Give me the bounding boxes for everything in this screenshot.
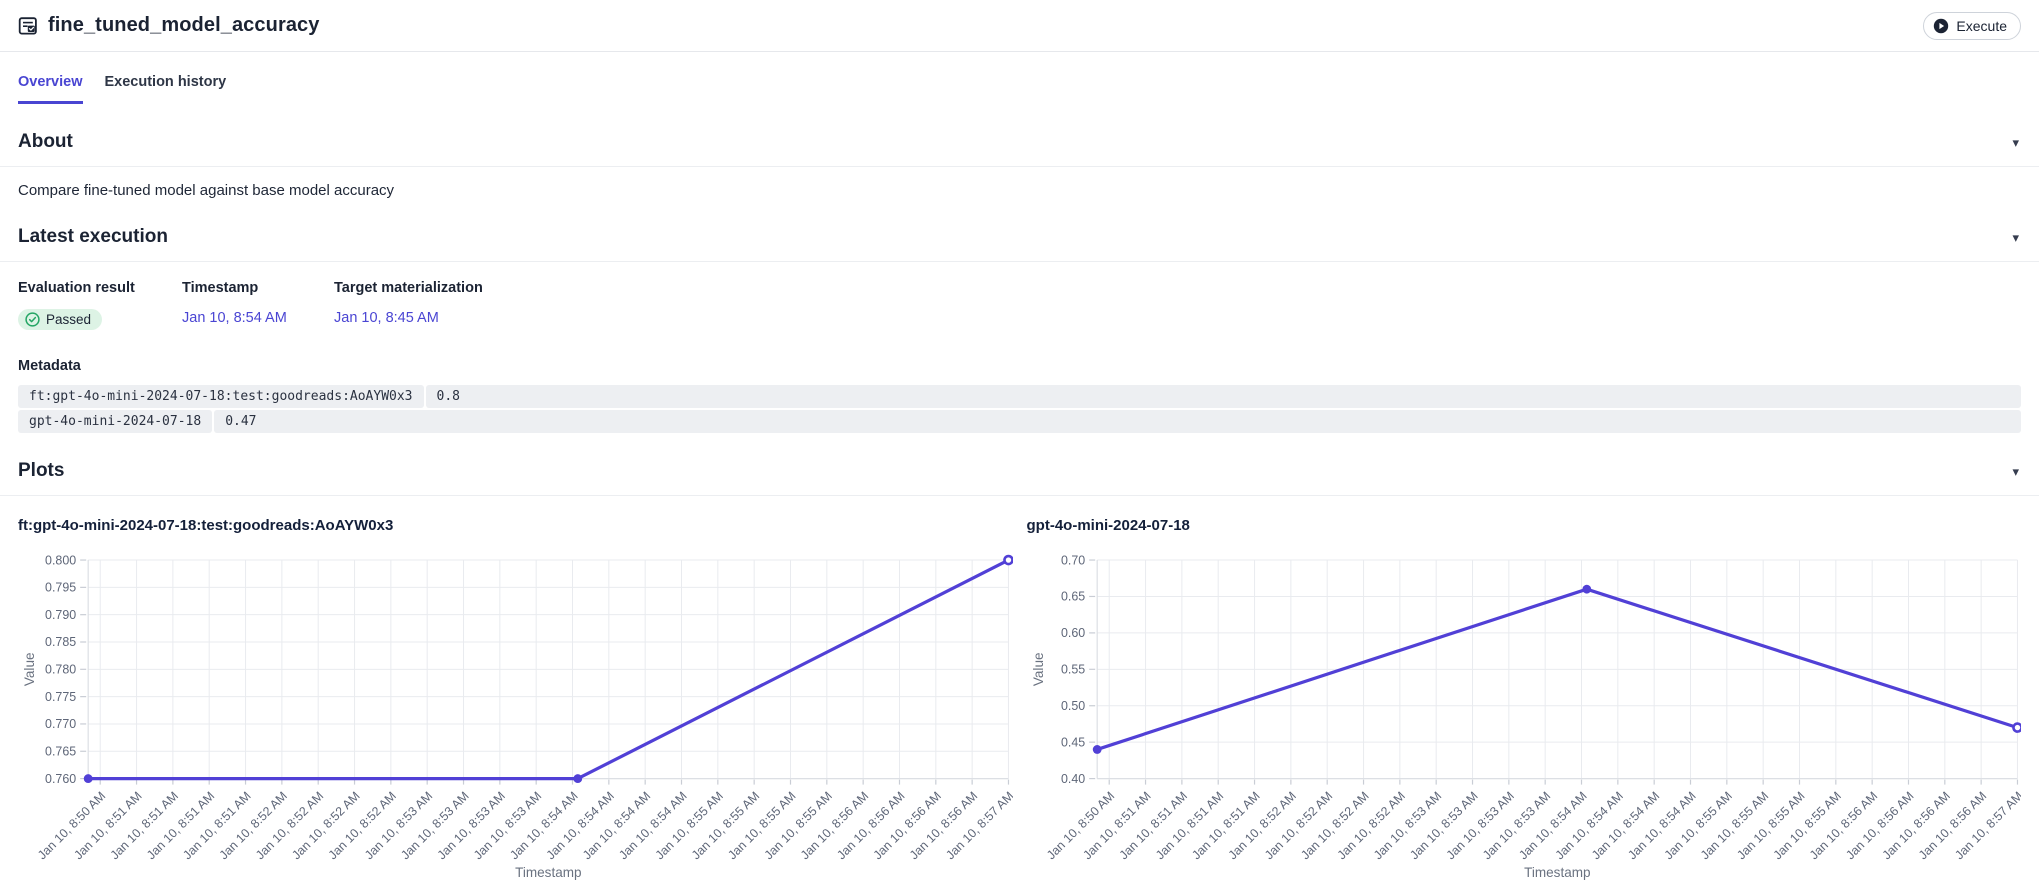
chart-card-base: gpt-4o-mini-2024-07-18 0.40 0.45 0.50 0.55 0… [1027, 498, 2022, 888]
metadata-row: ft:gpt-4o-mini-2024-07-18:test:goodreads… [18, 385, 2021, 408]
chart-title: ft:gpt-4o-mini-2024-07-18:test:goodreads… [18, 517, 1013, 534]
metadata-value: 0.8 [426, 385, 2021, 408]
charts-row: ft:gpt-4o-mini-2024-07-18:test:goodreads… [0, 498, 2039, 888]
page-title: fine_tuned_model_accuracy [48, 14, 320, 37]
target-materialization-column: Target materialization Jan 10, 8:45 AM [334, 280, 2021, 330]
y-tick-label: 0.45 [1060, 735, 1084, 749]
check-circle-icon [25, 312, 40, 327]
y-tick-label: 0.795 [45, 581, 76, 595]
y-tick-label: 0.800 [45, 553, 76, 567]
timestamp-column: Timestamp Jan 10, 8:54 AM [182, 280, 334, 330]
latest-execution-section: Latest execution ▾ Evaluation result Pas… [0, 226, 2039, 433]
latest-execution-collapse-icon[interactable]: ▾ [2010, 229, 2021, 246]
target-materialization-label: Target materialization [334, 280, 2021, 296]
timestamp-label: Timestamp [182, 280, 334, 296]
title-wrap: fine_tuned_model_accuracy [18, 14, 320, 37]
metadata-value: 0.47 [214, 410, 2021, 433]
chart-title: gpt-4o-mini-2024-07-18 [1027, 517, 2022, 534]
y-tick-label: 0.790 [45, 608, 76, 622]
x-axis-title: Timestamp [515, 865, 581, 880]
plots-collapse-icon[interactable]: ▾ [2010, 463, 2021, 480]
y-tick-label: 0.780 [45, 663, 76, 677]
chart-card-finetuned: ft:gpt-4o-mini-2024-07-18:test:goodreads… [18, 498, 1013, 888]
y-axis-title: Value [1031, 653, 1046, 687]
latest-execution-columns: Evaluation result Passed Timestamp [0, 280, 2039, 330]
tab-overview[interactable]: Overview [18, 74, 83, 104]
x-axis-title: Timestamp [1524, 865, 1590, 880]
execute-label: Execute [1956, 18, 2007, 34]
status-badge: Passed [18, 309, 102, 330]
evaluation-result-label: Evaluation result [18, 280, 182, 296]
y-tick-label: 0.760 [45, 772, 76, 786]
y-tick-label: 0.785 [45, 635, 76, 649]
latest-execution-heading: Latest execution [18, 226, 168, 248]
about-section: About ▾ Compare fine-tuned model against… [0, 131, 2039, 199]
target-materialization-link[interactable]: Jan 10, 8:45 AM [334, 310, 439, 326]
about-heading: About [18, 131, 73, 153]
tab-bar: Overview Execution history [0, 74, 2039, 104]
y-tick-label: 0.770 [45, 717, 76, 731]
play-circle-icon [1933, 18, 1949, 34]
checklist-icon [18, 16, 38, 36]
y-tick-label: 0.40 [1060, 772, 1084, 786]
line-chart-finetuned[interactable]: 0.760 0.765 0.770 0.775 0.780 0.785 0.790 0.795… [18, 542, 1013, 888]
y-tick-label: 0.50 [1060, 699, 1084, 713]
about-section-header: About ▾ [0, 131, 2039, 153]
line-chart-base[interactable]: 0.400.450.500.550.600.650.70Jan 10, 8:50… [1027, 542, 2022, 888]
page: fine_tuned_model_accuracy Execute Overvi… [0, 0, 2039, 888]
metadata-heading: Metadata [0, 358, 2039, 374]
y-tick-label: 0.65 [1060, 590, 1084, 604]
y-tick-label: 0.775 [45, 690, 76, 704]
divider [0, 495, 2039, 496]
tab-execution-history[interactable]: Execution history [105, 74, 227, 104]
divider [0, 261, 2039, 262]
y-tick-label: 0.55 [1060, 663, 1084, 677]
y-tick-label: 0.765 [45, 744, 76, 758]
y-tick-label: 0.60 [1060, 626, 1084, 640]
y-axis-title: Value [22, 653, 37, 687]
y-tick-label: 0.70 [1060, 553, 1084, 567]
metadata-key: ft:gpt-4o-mini-2024-07-18:test:goodreads… [18, 385, 424, 408]
status-badge-label: Passed [46, 312, 91, 327]
metadata-row: gpt-4o-mini-2024-07-18 0.47 [18, 410, 2021, 433]
header: fine_tuned_model_accuracy Execute [0, 0, 2039, 52]
metadata-key: gpt-4o-mini-2024-07-18 [18, 410, 212, 433]
latest-execution-section-header: Latest execution ▾ [0, 226, 2039, 248]
about-collapse-icon[interactable]: ▾ [2010, 134, 2021, 151]
timestamp-link[interactable]: Jan 10, 8:54 AM [182, 310, 287, 326]
plots-heading: Plots [18, 460, 64, 482]
plots-section: Plots ▾ ft:gpt-4o-mini-2024-07-18:test:g… [0, 460, 2039, 888]
about-description: Compare fine-tuned model against base mo… [0, 182, 2039, 199]
divider [0, 166, 2039, 167]
evaluation-result-column: Evaluation result Passed [18, 280, 182, 330]
metadata-table: ft:gpt-4o-mini-2024-07-18:test:goodreads… [18, 385, 2021, 433]
execute-button[interactable]: Execute [1923, 12, 2021, 40]
plots-section-header: Plots ▾ [0, 460, 2039, 482]
